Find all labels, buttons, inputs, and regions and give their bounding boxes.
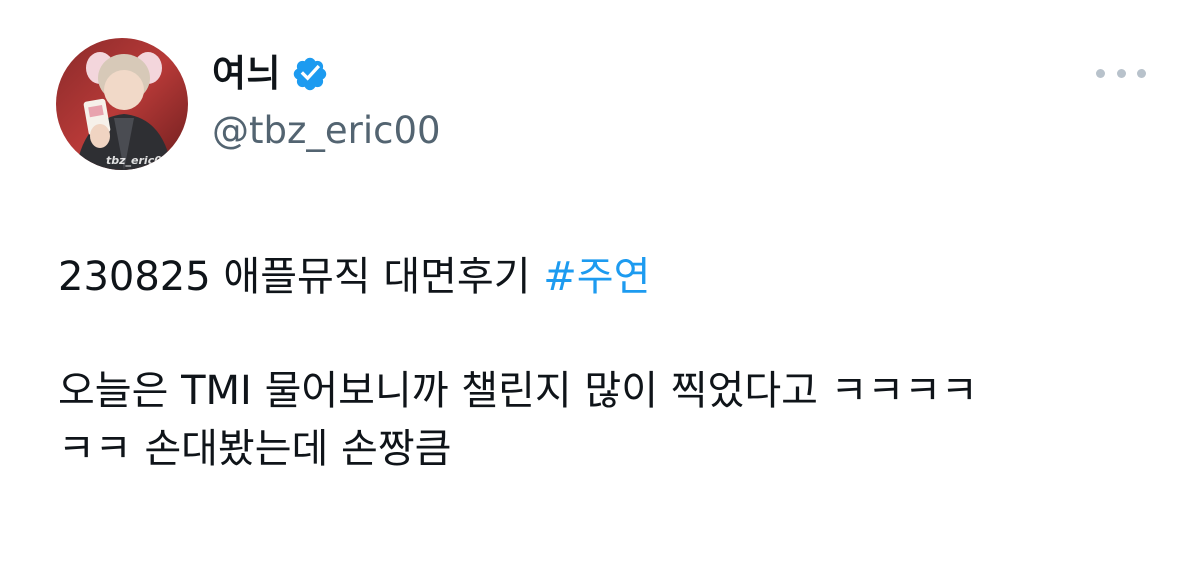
tweet-line-1: 230825 애플뮤직 대면후기 #주연	[58, 248, 1168, 306]
more-horizontal-icon	[1096, 68, 1105, 78]
tweet-paragraph-2: 오늘은 TMI 물어보니까 챌린지 많이 찍었다고 ㅋㅋㅋㅋ ㅋㅋ 손대봤는데 …	[58, 362, 1168, 478]
display-name[interactable]: 여늬	[212, 50, 281, 98]
hashtag-link[interactable]: #주연	[543, 254, 650, 300]
name-row: 여늬	[212, 50, 329, 98]
avatar[interactable]: tbz_eric00	[56, 38, 188, 170]
more-options-button[interactable]	[1096, 58, 1146, 88]
tweet-card: tbz_eric00 여늬 @tbz_eric00 230825 애플뮤직 대면…	[0, 0, 1200, 565]
verified-badge-icon	[291, 55, 329, 93]
tweet-line-1-text: 230825 애플뮤직 대면후기	[58, 254, 544, 300]
tweet-paragraph-2-line-1: 오늘은 TMI 물어보니까 챌린지 많이 찍었다고 ㅋㅋㅋㅋ	[58, 368, 978, 414]
avatar-image: tbz_eric00	[56, 38, 188, 170]
more-horizontal-icon-dot	[1137, 68, 1146, 78]
avatar-watermark: tbz_eric00	[106, 154, 170, 167]
user-handle[interactable]: @tbz_eric00	[212, 107, 441, 155]
more-horizontal-icon-dot	[1116, 68, 1126, 78]
tweet-paragraph-2-line-2: ㅋㅋ 손대봤는데 손짱큼	[58, 426, 452, 472]
tweet-text: 230825 애플뮤직 대면후기 #주연 오늘은 TMI 물어보니까 챌린지 많…	[58, 248, 1168, 478]
